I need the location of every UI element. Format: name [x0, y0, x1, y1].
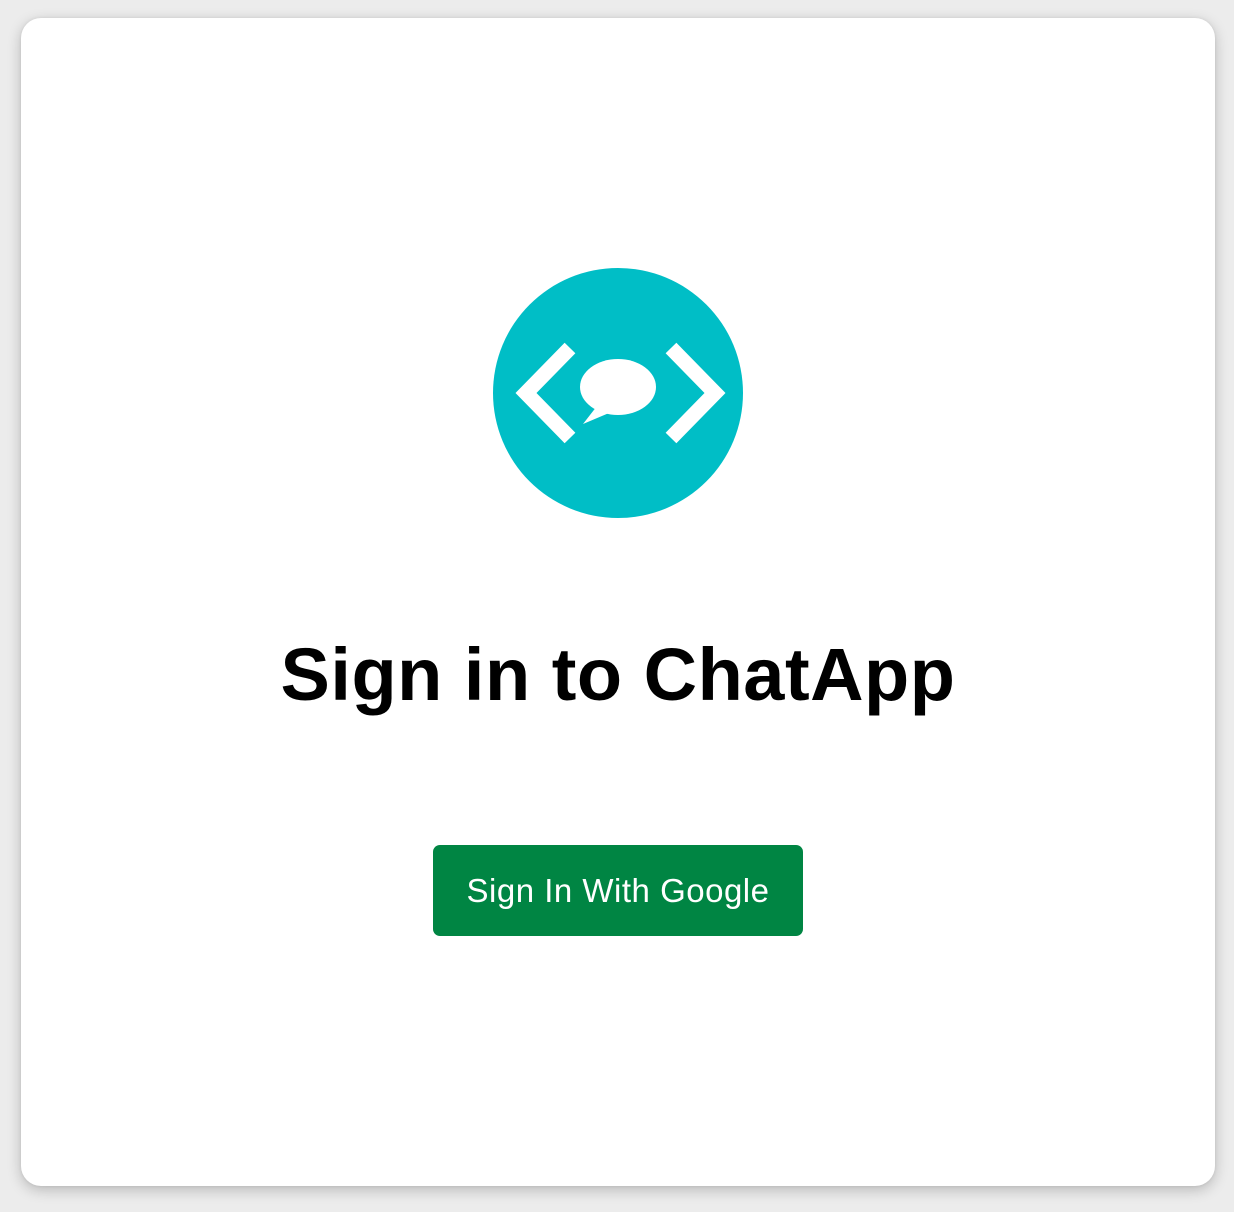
speech-bubble-glyph — [580, 359, 656, 415]
login-card: Sign in to ChatApp Sign In With Google — [21, 18, 1215, 1186]
app-logo — [493, 268, 743, 518]
page-title: Sign in to ChatApp — [280, 633, 956, 716]
code-chat-bubble-icon — [493, 268, 743, 518]
google-sign-in-button[interactable]: Sign In With Google — [433, 845, 803, 936]
